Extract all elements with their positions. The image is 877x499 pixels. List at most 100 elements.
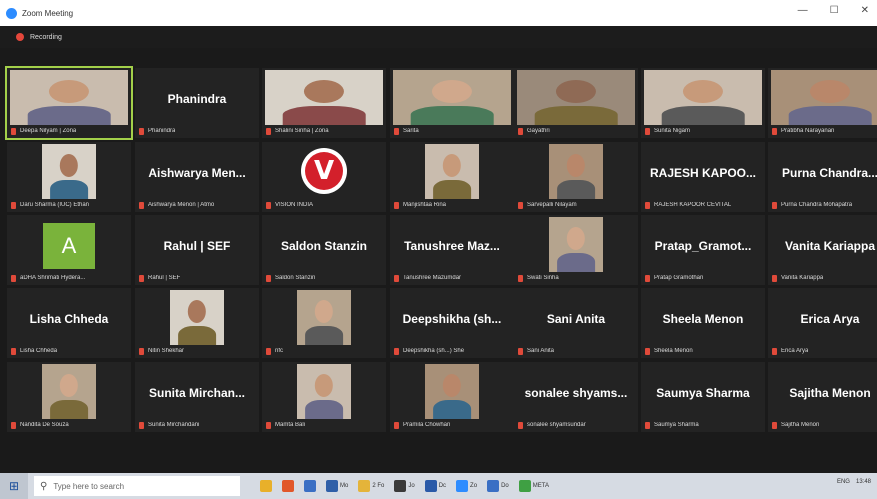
participant-avatar: A	[43, 223, 95, 269]
participant-namebar: nfc	[266, 346, 382, 356]
participant-tile[interactable]: Mamta Bali	[262, 362, 386, 432]
participant-tile[interactable]: Saumya Sharma Saumya Sharma	[641, 362, 765, 432]
participant-tile[interactable]: Sunita Nigam	[641, 68, 765, 138]
muted-mic-icon	[518, 347, 523, 355]
participant-tile[interactable]: Sarvepalli Nilayam	[514, 142, 638, 212]
participant-tile[interactable]: RAJESH KAPOO... RAJESH KAPOOR CEVITAL	[641, 142, 765, 212]
participant-tile[interactable]: Rahul | SEF Rahul | SEF	[135, 215, 259, 285]
participant-tile[interactable]: Lisha Chheda Lisha Chheda	[7, 288, 131, 358]
taskbar-app-button[interactable]: Mo	[324, 477, 350, 495]
windows-taskbar: ⊞ ⚲ Type here to search Mo 2 Fo Jo Dc Zo Do ME…	[0, 473, 877, 499]
participant-face	[809, 79, 851, 103]
taskbar-app-button[interactable]: META	[517, 477, 551, 495]
participant-tile[interactable]: Gayathri	[514, 68, 638, 138]
participant-tile[interactable]: Deepshikha (sh... Deepshikha (sh...) She	[390, 288, 514, 358]
participant-tile[interactable]: Pratap_Gramot... Pratap Gramothan	[641, 215, 765, 285]
app-label: Jo	[408, 483, 415, 489]
participant-tile[interactable]: Phanindra Phanindra	[135, 68, 259, 138]
maximize-button[interactable]: ☐	[830, 5, 839, 16]
muted-mic-icon	[266, 274, 271, 282]
participant-face	[682, 79, 724, 103]
tray-clock[interactable]: 13:48	[856, 479, 871, 485]
participant-tile[interactable]: AaDHA Shrimati Hydera...	[7, 215, 131, 285]
recording-icon	[16, 33, 24, 41]
participant-display-name: Lisha Chheda	[29, 312, 109, 326]
participant-tile[interactable]: Daru Sharma (IUC) Ethan	[7, 142, 131, 212]
taskbar-app-button[interactable]: Zo	[454, 477, 479, 495]
participant-tile[interactable]: Pramila Chowhan	[390, 362, 514, 432]
participant-name: Manjishtaa Rina	[403, 202, 447, 208]
participant-name: Deepshikha (sh...) She	[403, 348, 465, 354]
participant-display-name: Purna Chandra...	[781, 166, 877, 180]
participant-body	[557, 180, 595, 199]
muted-mic-icon	[645, 127, 650, 135]
participant-name: Deepa Nilyam | Zona	[20, 128, 77, 134]
app-icon	[424, 480, 437, 492]
zoom-logo-icon	[6, 7, 17, 19]
participant-name: Pramila Chowhan	[403, 422, 451, 428]
taskbar-app-button[interactable]: Do	[485, 477, 511, 495]
participant-tile[interactable]: nfc	[262, 288, 386, 358]
participant-tile[interactable]: Sani Anita Sani Anita	[514, 288, 638, 358]
window-title: Zoom Meeting	[22, 8, 74, 18]
participant-tile[interactable]: V VISION INDIA	[262, 142, 386, 212]
participant-tile[interactable]: Pratibha Narayanan	[768, 68, 877, 138]
minimize-button[interactable]: —	[798, 5, 808, 16]
participant-tile[interactable]: Sarita	[390, 68, 514, 138]
participant-tile[interactable]: Manjishtaa Rina	[390, 142, 514, 212]
muted-mic-icon	[139, 421, 144, 429]
taskbar-app-button[interactable]	[258, 477, 274, 495]
participant-video	[425, 144, 479, 199]
participant-tile[interactable]: Sunita Mirchan... Sunita Mirchandani	[135, 362, 259, 432]
muted-mic-icon	[645, 274, 650, 282]
participant-tile[interactable]: Nitin Shekhar	[135, 288, 259, 358]
participant-namebar: Phanindra	[139, 126, 255, 136]
taskbar-app-button[interactable]	[302, 477, 318, 495]
participant-display-name: Rahul | SEF	[163, 239, 231, 253]
participant-tile[interactable]: Aishwarya Men... Aishwarya Menon | Atmo	[135, 142, 259, 212]
taskbar-app-button[interactable]: Jo	[392, 477, 416, 495]
recording-label[interactable]: Recording	[30, 34, 62, 41]
participant-video	[771, 70, 877, 125]
participant-display-name: Sheela Menon	[662, 312, 744, 326]
taskbar-app-button[interactable]: Dc	[423, 477, 448, 495]
participant-tile[interactable]: Nandita De Souza	[7, 362, 131, 432]
start-button[interactable]: ⊞	[0, 473, 28, 499]
participant-tile[interactable]: Shalini Sinha | Zona	[262, 68, 386, 138]
participant-tile[interactable]: Tanushree Maz... Tanushree Mazumdar	[390, 215, 514, 285]
taskbar-app-button[interactable]: 2 Fo	[356, 477, 386, 495]
participant-video	[42, 364, 96, 419]
participant-display-name: Phanindra	[167, 92, 227, 106]
tray-language[interactable]: ENG	[837, 479, 850, 485]
participant-name: nfc	[275, 348, 284, 354]
participant-tile[interactable]: sonalee shyams... sonalee shyamsundar	[514, 362, 638, 432]
participant-face	[566, 226, 586, 250]
participant-tile[interactable]: Purna Chandra... Purna Chandra Mohapatra	[768, 142, 877, 212]
participant-body	[305, 326, 343, 345]
participant-body	[788, 106, 872, 125]
participant-name: Vanita Kariappa	[781, 275, 824, 281]
muted-mic-icon	[772, 127, 777, 135]
app-icon	[304, 480, 316, 492]
participant-tile[interactable]: Vanita Kariappa Vanita Kariappa	[768, 215, 877, 285]
participant-tile[interactable]: Deepa Nilyam | Zona	[5, 66, 133, 140]
muted-mic-icon	[645, 421, 650, 429]
muted-mic-icon	[11, 201, 16, 209]
muted-mic-icon	[394, 274, 399, 282]
participant-name: Sani Anita	[527, 348, 555, 354]
participant-video	[265, 70, 383, 125]
participant-tile[interactable]: Erica Arya Erica Arya	[768, 288, 877, 358]
participant-video	[549, 144, 603, 199]
taskbar-app-button[interactable]	[280, 477, 296, 495]
window-titlebar: Zoom Meeting — ☐ ✕	[0, 0, 877, 26]
participant-tile[interactable]: Swati Sinha	[514, 215, 638, 285]
participant-name: Saldon Stanzin	[275, 275, 316, 281]
taskbar-search[interactable]: ⚲ Type here to search	[34, 476, 240, 496]
app-label: Zo	[470, 483, 478, 489]
participant-tile[interactable]: Sajitha Menon Sajitha Menon	[768, 362, 877, 432]
participant-tile[interactable]: Saldon Stanzin Saldon Stanzin	[262, 215, 386, 285]
participant-tile[interactable]: Sheela Menon Sheela Menon	[641, 288, 765, 358]
close-button[interactable]: ✕	[861, 5, 869, 16]
muted-mic-icon	[11, 347, 16, 355]
muted-mic-icon	[772, 201, 777, 209]
